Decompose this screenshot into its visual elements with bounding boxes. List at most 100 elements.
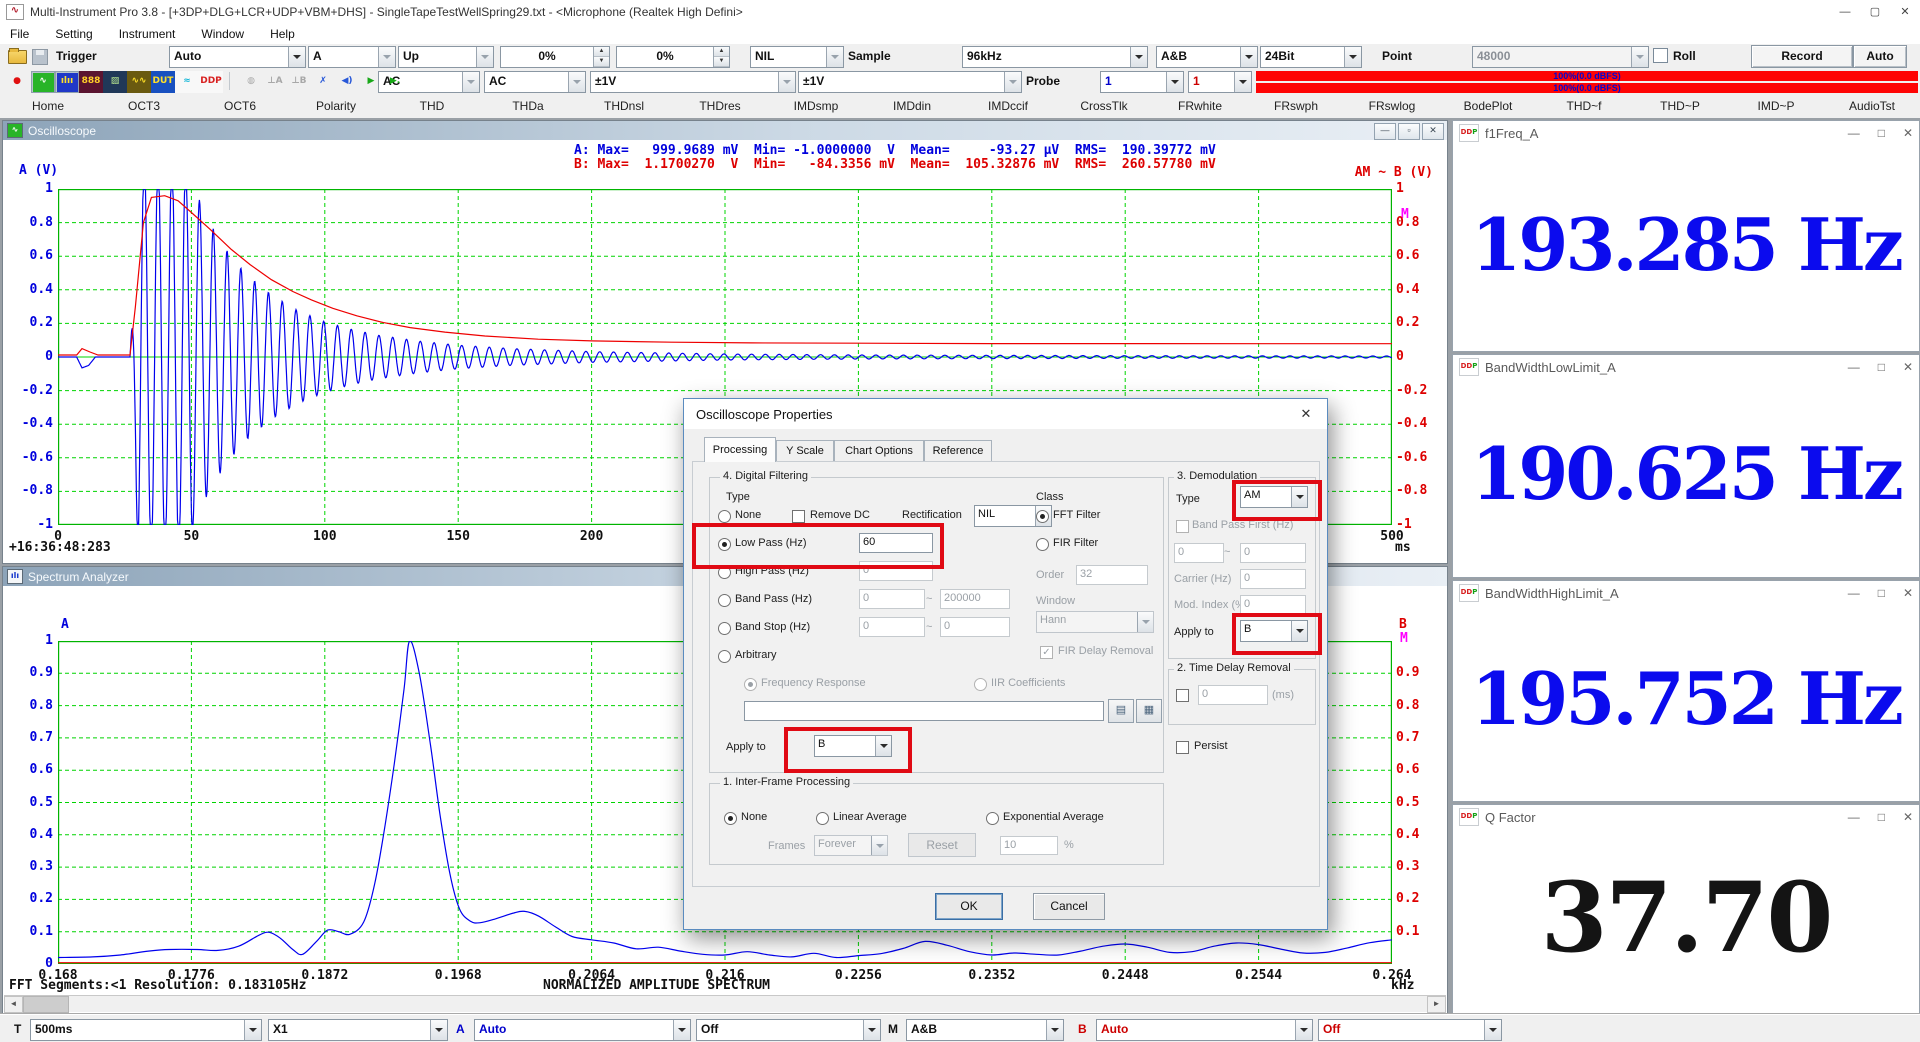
spectrum-3d-plot-icon[interactable]: ▨	[103, 71, 127, 93]
ddp-title-bar[interactable]: DDPBandWidthLowLimit_A—□✕	[1453, 355, 1919, 379]
spectrum-analyzer-icon[interactable]: ılıı	[55, 71, 79, 93]
linear-average-radio[interactable]	[816, 812, 829, 825]
high-pass-radio[interactable]	[718, 566, 731, 579]
scroll-left-icon[interactable]: ◄	[4, 996, 23, 1013]
tab-imddin[interactable]: IMDdin	[864, 95, 960, 118]
fft-filter-radio[interactable]	[1036, 510, 1049, 523]
derived-data-curve-icon[interactable]: ≈	[175, 71, 199, 93]
multimeter-icon[interactable]: 888	[79, 71, 103, 93]
range-b-select[interactable]: ±1V	[798, 71, 1022, 93]
tab-frwhite[interactable]: FRwhite	[1152, 95, 1248, 118]
hpf-select[interactable]: NIL	[750, 46, 844, 68]
dialog-close-icon[interactable]: ✕	[1291, 403, 1321, 425]
tab-thd-f[interactable]: THD~f	[1536, 95, 1632, 118]
tab-thdres[interactable]: THDres	[672, 95, 768, 118]
channels-select[interactable]: A&B	[1156, 46, 1258, 68]
maximize-button[interactable]: ▢	[1860, 0, 1890, 24]
oscilloscope-title-bar[interactable]: ∿ Oscilloscope — ▫ ✕	[3, 121, 1447, 140]
filter-apply-to-select[interactable]: B	[814, 735, 892, 757]
minimize-icon[interactable]: —	[1374, 123, 1396, 140]
scroll-right-icon[interactable]: ►	[1427, 996, 1446, 1013]
ddp-title-bar[interactable]: DDPQ Factor—□✕	[1453, 805, 1919, 829]
trigger-level-spinner[interactable]: 0%▲▼	[500, 46, 610, 68]
close-icon[interactable]: ✕	[1903, 586, 1913, 600]
band-pass-radio[interactable]	[718, 594, 731, 607]
scrollbar-track[interactable]	[69, 996, 1427, 1012]
menu-file[interactable]: File	[10, 27, 29, 41]
remove-dc-checkbox[interactable]	[792, 510, 805, 523]
device-test-plan-icon[interactable]: DUT	[151, 71, 175, 93]
tab-thd[interactable]: THD	[384, 95, 480, 118]
oscilloscope-icon[interactable]: ∿	[31, 71, 55, 93]
tab-bodeplot[interactable]: BodePlot	[1440, 95, 1536, 118]
probe-a-select[interactable]: 1	[1100, 71, 1184, 93]
cancel-button[interactable]: Cancel	[1033, 893, 1105, 920]
channel-a-extra-select[interactable]: Off	[696, 1019, 881, 1041]
close-icon[interactable]: ✕	[1903, 360, 1913, 374]
save-file-icon[interactable]	[32, 49, 48, 65]
scrollbar-thumb[interactable]	[23, 996, 69, 1013]
maximize-icon[interactable]: □	[1878, 810, 1885, 824]
trigger-mode-select[interactable]: Auto	[169, 46, 306, 68]
tab-oct6[interactable]: OCT6	[192, 95, 288, 118]
record-button[interactable]: Record	[1751, 45, 1853, 68]
maximize-icon[interactable]: □	[1878, 126, 1885, 140]
range-a-select[interactable]: ±1V	[590, 71, 796, 93]
probe-calibration-icon[interactable]: ✗	[311, 71, 335, 93]
tab-thda[interactable]: THDa	[480, 95, 576, 118]
run-icon[interactable]: ▶	[359, 71, 383, 93]
record-icon[interactable]: ●	[5, 71, 29, 93]
close-icon[interactable]: ✕	[1903, 810, 1913, 824]
maximize-icon[interactable]: □	[1878, 360, 1885, 374]
sweep-time-select[interactable]: 500ms	[30, 1019, 262, 1041]
arbitrary-file-input[interactable]	[744, 701, 1104, 721]
band-stop-radio[interactable]	[718, 622, 731, 635]
band-pass-first-checkbox[interactable]	[1176, 520, 1189, 533]
fir-filter-radio[interactable]	[1036, 538, 1049, 551]
trigger-source-select[interactable]: A	[308, 46, 396, 68]
probe-b-select[interactable]: 1	[1188, 71, 1252, 93]
tab-imd-p[interactable]: IMD~P	[1728, 95, 1824, 118]
tab-audiotst[interactable]: AudioTst	[1824, 95, 1920, 118]
tab-polarity[interactable]: Polarity	[288, 95, 384, 118]
tab-chart-options[interactable]: Chart Options	[834, 440, 924, 462]
speaker-icon[interactable]: ◀)	[335, 71, 359, 93]
low-pass-input[interactable]: 60	[859, 533, 933, 553]
trigger-delay-spinner[interactable]: 0%▲▼	[616, 46, 730, 68]
trigger-edge-select[interactable]: Up	[398, 46, 494, 68]
horizontal-scrollbar[interactable]: ◄ ►	[4, 995, 1446, 1012]
tab-oct3[interactable]: OCT3	[96, 95, 192, 118]
zoom-select[interactable]: X1	[268, 1019, 448, 1041]
exponential-average-radio[interactable]	[986, 812, 999, 825]
browse-file-icon[interactable]: ▤	[1108, 699, 1134, 723]
minimize-icon[interactable]: —	[1848, 360, 1860, 374]
maximize-icon[interactable]: □	[1878, 586, 1885, 600]
close-icon[interactable]: ✕	[1903, 126, 1913, 140]
tab-y-scale[interactable]: Y Scale	[776, 440, 834, 462]
open-file-icon[interactable]	[8, 50, 27, 64]
ddp-viewer-icon[interactable]: DDP	[199, 71, 223, 93]
channel-b-mode-select[interactable]: Auto	[1096, 1019, 1313, 1041]
signal-generator-icon[interactable]: ∿∿	[127, 71, 151, 93]
tab-home[interactable]: Home	[0, 95, 96, 118]
close-icon[interactable]: ✕	[1422, 123, 1444, 140]
sample-rate-select[interactable]: 96kHz	[962, 46, 1148, 68]
restore-icon[interactable]: ▫	[1398, 123, 1420, 140]
filter-none-radio[interactable]	[718, 510, 731, 523]
tab-thd-p[interactable]: THD~P	[1632, 95, 1728, 118]
channel-a-mode-select[interactable]: Auto	[474, 1019, 691, 1041]
coefficient-table-icon[interactable]: ▦	[1136, 699, 1162, 723]
minimize-icon[interactable]: —	[1848, 586, 1860, 600]
tab-thdnsl[interactable]: THDnsl	[576, 95, 672, 118]
minimize-icon[interactable]: —	[1848, 126, 1860, 140]
tab-processing[interactable]: Processing	[704, 437, 776, 462]
math-channel-select[interactable]: A&B	[906, 1019, 1064, 1041]
coupling-b-select[interactable]: AC	[484, 71, 586, 93]
menu-window[interactable]: Window	[201, 27, 244, 41]
ok-button[interactable]: OK	[935, 893, 1003, 920]
menu-help[interactable]: Help	[270, 27, 295, 41]
menu-instrument[interactable]: Instrument	[119, 27, 176, 41]
low-pass-radio[interactable]	[718, 538, 731, 551]
run-loop-icon[interactable]: ▶.	[383, 71, 407, 93]
ddp-title-bar[interactable]: DDPBandWidthHighLimit_A—□✕	[1453, 581, 1919, 605]
